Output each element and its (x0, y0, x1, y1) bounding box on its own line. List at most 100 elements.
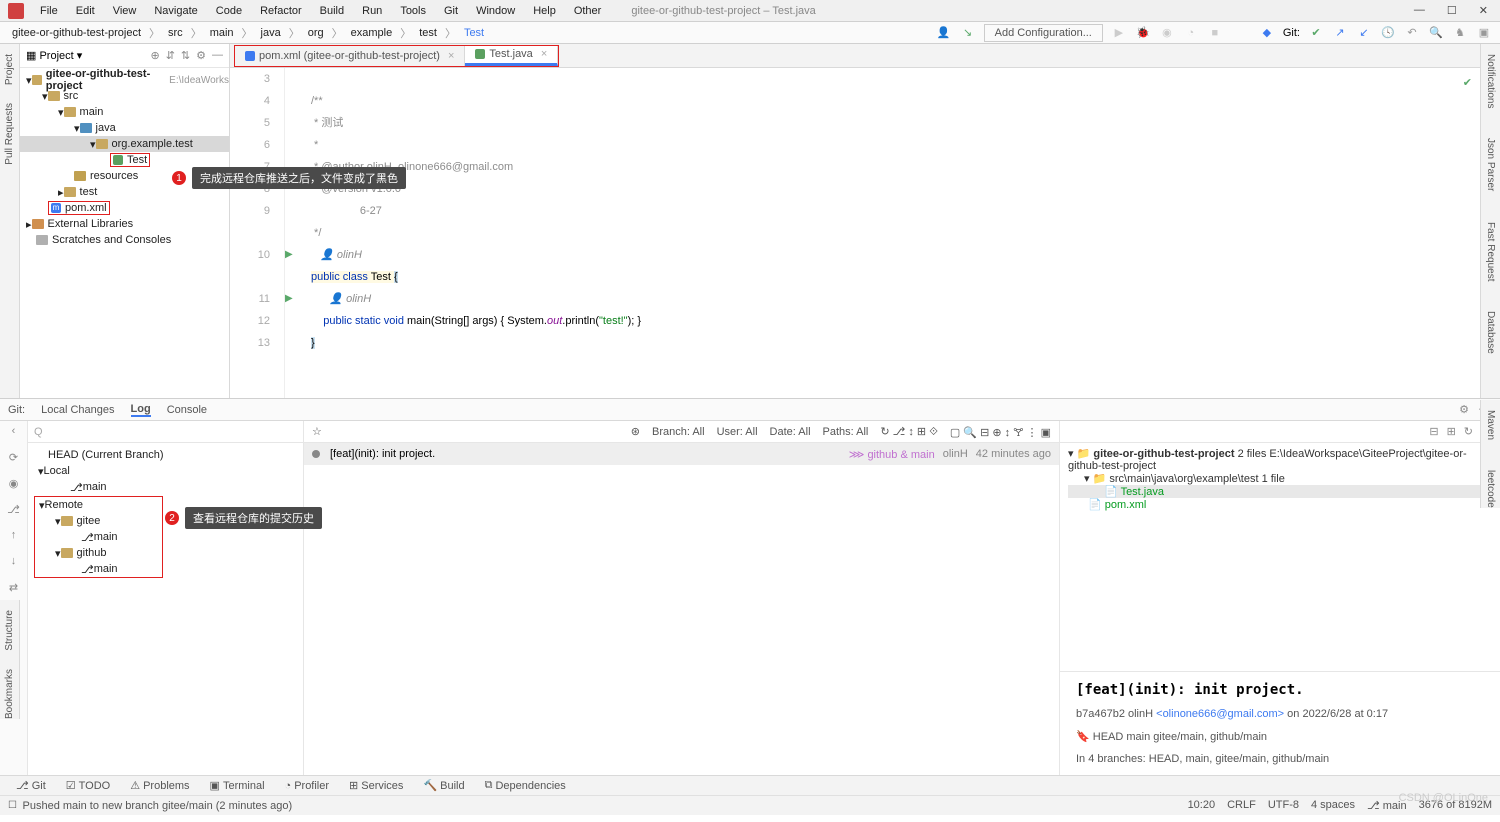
commit-search[interactable]: ☆ (312, 425, 322, 438)
filter-paths[interactable]: Paths: All (823, 426, 869, 438)
misc-icon[interactable]: ▣ (1476, 26, 1492, 39)
hide-icon[interactable]: — (212, 49, 223, 62)
git-rollback-icon[interactable]: ↶ (1404, 26, 1420, 39)
tool-build[interactable]: 🔨 Build (415, 779, 472, 792)
bc-2[interactable]: main (206, 27, 238, 39)
settings-icon[interactable]: ♞ (1452, 26, 1468, 39)
settings-icon[interactable]: ⚙ (196, 49, 206, 62)
bc-6[interactable]: test (415, 27, 441, 39)
tool-git[interactable]: ⎇ Git (8, 779, 54, 792)
menu-code[interactable]: Code (208, 3, 250, 19)
status-crlf[interactable]: CRLF (1227, 799, 1256, 812)
json-parser-tool[interactable]: Json Parser (1485, 138, 1496, 191)
code-with-me-icon[interactable]: ◆ (1259, 26, 1275, 39)
tool-problems[interactable]: ⚠ Problems (122, 779, 197, 792)
git-tab-local[interactable]: Local Changes (41, 404, 114, 416)
tool-todo[interactable]: ☑ TODO (58, 779, 118, 792)
status-encoding[interactable]: UTF-8 (1268, 799, 1299, 812)
commit-row[interactable]: [feat](init): init project. ⋙ github & m… (304, 443, 1059, 465)
git-commit-icon[interactable]: ✔ (1308, 26, 1324, 39)
filter-user[interactable]: User: All (717, 426, 758, 438)
filter-branch[interactable]: Branch: All (652, 426, 705, 438)
tool-terminal[interactable]: ▣ Terminal (202, 779, 273, 792)
add-configuration[interactable]: Add Configuration... (984, 24, 1103, 42)
maximize-icon[interactable]: ☐ (1447, 4, 1457, 17)
menu-navigate[interactable]: Navigate (146, 3, 205, 19)
diff-icon[interactable]: ⇄ (9, 581, 18, 597)
locate-icon[interactable]: ⊕ (150, 49, 159, 62)
bookmarks-tool[interactable]: Bookmarks (4, 669, 15, 719)
tab-pom[interactable]: pom.xml (gitee-or-github-test-project)× (235, 46, 465, 66)
bc-3[interactable]: java (257, 27, 285, 39)
notifications-tool[interactable]: Notifications (1485, 54, 1496, 108)
bottom-tool-strip: ⎇ Git ☑ TODO ⚠ Problems ▣ Terminal ◔ Pro… (0, 775, 1500, 795)
panel-settings-icon[interactable]: ⚙ (1459, 403, 1469, 416)
refresh-icon[interactable]: ⟳ (9, 451, 18, 467)
status-pos[interactable]: 10:20 (1188, 799, 1216, 812)
bc-5[interactable]: example (347, 27, 397, 39)
close-icon[interactable]: × (541, 48, 547, 60)
branch-icon[interactable]: ⎇ (7, 503, 20, 519)
git-history-icon[interactable]: 🕓 (1380, 26, 1396, 39)
user-icon[interactable]: 👤 (936, 26, 952, 39)
project-tool[interactable]: Project (4, 54, 15, 85)
cherry-pick-icon[interactable]: ◉ (9, 477, 19, 493)
filter-date[interactable]: Date: All (770, 426, 811, 438)
run-main-icon[interactable]: ▶ (285, 288, 303, 310)
pull-icon[interactable]: ↓ (11, 555, 17, 571)
run-icon[interactable]: ▶ (1111, 26, 1127, 39)
menu-other[interactable]: Other (566, 3, 610, 19)
menu-edit[interactable]: Edit (68, 3, 103, 19)
branch-search[interactable]: Q (28, 421, 303, 443)
coverage-icon[interactable]: ◉ (1159, 26, 1175, 39)
tool-services[interactable]: ⊞ Services (341, 779, 411, 792)
stop-icon[interactable]: ■ (1207, 27, 1223, 39)
git-update-icon[interactable]: ↙ (1356, 26, 1372, 39)
close-icon[interactable]: × (448, 50, 454, 62)
menu-run[interactable]: Run (354, 3, 390, 19)
push-icon[interactable]: ↑ (11, 529, 17, 545)
test-file-highlighted[interactable]: Test (110, 153, 150, 167)
git-tab-console[interactable]: Console (167, 404, 207, 416)
menu-refactor[interactable]: Refactor (252, 3, 310, 19)
debug-icon[interactable]: 🐞 (1135, 26, 1151, 39)
menu-tools[interactable]: Tools (392, 3, 434, 19)
menu-help[interactable]: Help (525, 3, 564, 19)
profile-icon[interactable]: ◔ (1183, 27, 1199, 39)
pom-file-highlighted[interactable]: mpom.xml (48, 201, 110, 215)
git-push-icon[interactable]: ↗ (1332, 26, 1348, 39)
collapse-icon[interactable]: ⇅ (181, 49, 190, 62)
tool-profiler[interactable]: ◔ Profiler (277, 780, 338, 792)
annotation-1: 1完成远程仓库推送之后，文件变成了黑色 (192, 167, 406, 189)
filter-regex-icon[interactable]: ⊛ (631, 425, 640, 438)
menu-view[interactable]: View (105, 3, 145, 19)
expand-icon[interactable]: ⇵ (166, 49, 175, 62)
code-editor[interactable]: 3456789 10 111213 ▶ ▶ /** * 测试 * * @auth… (230, 68, 1480, 398)
tab-test[interactable]: Test.java× (465, 46, 558, 66)
hammer-icon[interactable]: ↘ (960, 26, 976, 39)
fast-request-tool[interactable]: Fast Request (1485, 222, 1496, 281)
structure-tool[interactable]: Structure (4, 610, 15, 651)
status-indent[interactable]: 4 spaces (1311, 799, 1355, 812)
project-tree[interactable]: ▾ gitee-or-github-test-project E:\IdeaWo… (20, 68, 229, 252)
menu-build[interactable]: Build (312, 3, 352, 19)
bc-4[interactable]: org (304, 27, 328, 39)
menu-file[interactable]: File (32, 3, 66, 19)
run-class-icon[interactable]: ▶ (285, 244, 303, 266)
bc-0[interactable]: gitee-or-github-test-project (8, 27, 145, 39)
close-icon[interactable]: ✕ (1479, 4, 1488, 17)
tool-deps[interactable]: ⧉ Dependencies (477, 779, 574, 792)
maven-tool[interactable]: Maven (1485, 410, 1496, 440)
back-icon[interactable]: ‹ (12, 425, 16, 441)
bc-1[interactable]: src (164, 27, 187, 39)
inspections-ok-icon[interactable]: ✔ (1463, 72, 1472, 94)
menu-git[interactable]: Git (436, 3, 466, 19)
search-icon[interactable]: 🔍 (1428, 26, 1444, 39)
leetcode-tool[interactable]: leetcode (1485, 470, 1496, 508)
menu-window[interactable]: Window (468, 3, 523, 19)
database-tool[interactable]: Database (1485, 311, 1496, 354)
pull-requests-tool[interactable]: Pull Requests (4, 103, 15, 165)
git-tab-log[interactable]: Log (131, 403, 151, 417)
minimize-icon[interactable]: — (1414, 4, 1425, 17)
bc-7[interactable]: Test (460, 27, 488, 39)
